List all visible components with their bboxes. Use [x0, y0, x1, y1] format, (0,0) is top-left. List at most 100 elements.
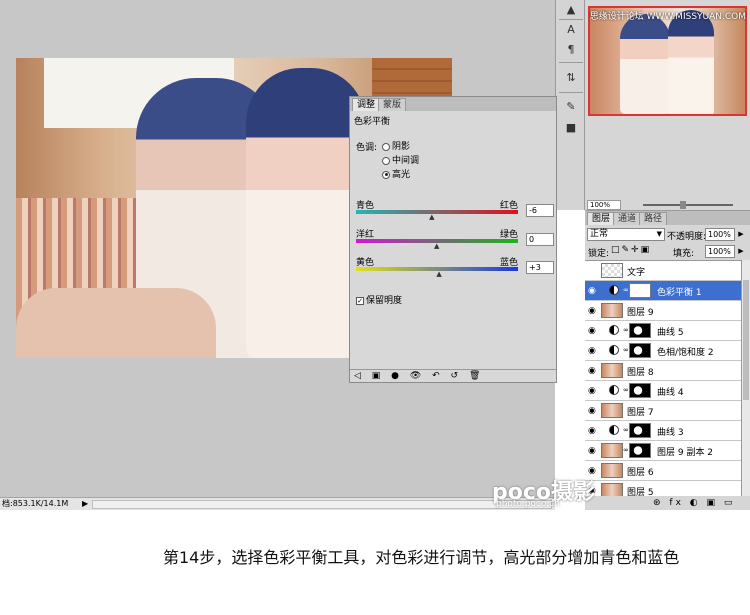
layer-row[interactable]: ◉ 图层 7 [585, 401, 741, 421]
status-arrow-icon[interactable]: ▶ [82, 498, 88, 510]
slider-value-field[interactable]: +3 [526, 261, 554, 274]
layer-thumb[interactable] [601, 483, 623, 496]
clone-source-icon[interactable]: ⇅ [562, 70, 580, 86]
eye-icon[interactable]: ◉ [588, 426, 598, 436]
lock-options-icon[interactable]: □✎✛▣ [611, 245, 651, 255]
brush-icon[interactable]: ✎ [562, 99, 580, 115]
history-icon[interactable]: ▲ [562, 2, 580, 18]
blend-mode-select[interactable]: 正常 ▼ [587, 228, 665, 241]
radio-label: 高光 [392, 170, 411, 180]
fill-field[interactable]: 100% [705, 245, 735, 258]
paragraph-icon[interactable]: ¶ [562, 42, 580, 58]
layer-thumb[interactable] [601, 363, 623, 378]
eye-icon[interactable]: ◉ [588, 446, 598, 456]
slider-cyan-red: 青色 红色 ▲ -6 [356, 198, 556, 224]
tab-channels[interactable]: 通道 [613, 212, 642, 225]
layers-tabs: 图层 通道 路径 [585, 211, 750, 225]
layer-row[interactable]: ◉ ∞ 曲线 3 [585, 421, 741, 441]
link-icon[interactable]: ∞ [623, 446, 629, 454]
layer-thumb[interactable] [601, 263, 623, 278]
zoom-field[interactable]: 100% [587, 200, 621, 210]
zoom-slider-knob[interactable] [680, 201, 686, 209]
layer-mask-thumb[interactable] [629, 383, 651, 398]
layer-name: 曲线 3 [657, 428, 684, 438]
slider-knob-icon[interactable]: ▲ [436, 271, 441, 278]
link-icon[interactable]: ∞ [623, 426, 629, 434]
link-icon[interactable]: ∞ [623, 386, 629, 394]
slider-track[interactable] [356, 210, 518, 214]
dock-divider [559, 19, 583, 20]
status-bar: 档:853.1K/14.1M ▶ [0, 497, 555, 510]
layer-thumb[interactable] [601, 443, 623, 458]
slider-value-field[interactable]: 0 [526, 233, 554, 246]
horizontal-scrollbar[interactable] [92, 500, 552, 509]
tab-layers[interactable]: 图层 [587, 212, 616, 225]
layer-mask-thumb[interactable] [629, 343, 651, 358]
photoshop-window: 档:853.1K/14.1M ▶ ▲ A ¶ ⇅ ✎ ■ 思缘设计论坛 WWW.… [0, 0, 750, 510]
adjust-footer-icons[interactable]: ◁ ▣ ● 👁 ↶ ↺ 🗑 [350, 369, 556, 383]
opacity-arrow-icon[interactable]: ▶ [736, 228, 746, 241]
doc-size-readout: 档:853.1K/14.1M [2, 499, 69, 508]
tab-adjustments[interactable]: 调整 [352, 98, 381, 111]
brush-presets-icon[interactable]: ■ [562, 120, 580, 136]
layer-name: 图层 9 [627, 308, 654, 318]
layer-mask-thumb[interactable] [629, 323, 651, 338]
fill-arrow-icon[interactable]: ▶ [736, 245, 746, 258]
right-panels: 思缘设计论坛 WWW.MISSYUAN.COM 100% 图层 通道 路径 正常… [585, 0, 750, 510]
scrollbar-thumb[interactable] [743, 280, 749, 400]
character-icon[interactable]: A [562, 22, 580, 38]
eye-icon[interactable]: ◉ [588, 406, 598, 416]
link-icon[interactable]: ∞ [623, 286, 629, 294]
layer-row[interactable]: ◉ ∞ 色相/饱和度 2 [585, 341, 741, 361]
eye-icon[interactable]: ◉ [588, 326, 598, 336]
radio-label: 中间调 [392, 156, 420, 166]
radio-dot-icon [382, 142, 390, 151]
layer-mask-thumb[interactable] [629, 443, 651, 458]
slider-value-field[interactable]: -6 [526, 204, 554, 217]
opacity-field[interactable]: 100% [705, 228, 735, 241]
layer-mask-thumb[interactable] [629, 283, 651, 298]
slider-knob-icon[interactable]: ▲ [434, 243, 439, 250]
layer-row[interactable]: ◉ ∞ 色彩平衡 1 [585, 281, 741, 301]
link-icon[interactable]: ∞ [623, 346, 629, 354]
layer-row[interactable]: ◉ ∞ 曲线 5 [585, 321, 741, 341]
layer-mask-thumb[interactable] [629, 423, 651, 438]
layer-row[interactable]: 文字 [585, 261, 741, 281]
link-icon[interactable]: ∞ [623, 326, 629, 334]
layer-row[interactable]: ◉ 图层 8 [585, 361, 741, 381]
layer-name: 色彩平衡 1 [657, 288, 702, 298]
lock-label: 锁定: [588, 249, 610, 259]
tutorial-caption: 第14步，选择色彩平衡工具，对色彩进行调节，高光部分增加青色和蓝色 [163, 548, 680, 567]
eye-icon[interactable]: ◉ [588, 346, 598, 356]
layer-row[interactable]: ◉ ∞ 曲线 4 [585, 381, 741, 401]
site-watermark: 思缘设计论坛 WWW.MISSYUAN.COM [589, 12, 746, 22]
photo-legs [16, 288, 216, 358]
eye-icon[interactable]: ◉ [588, 306, 598, 316]
layer-row[interactable]: ◉ 图层 5 [585, 481, 741, 496]
layer-row[interactable]: ◉ ∞ 图层 9 副本 2 [585, 441, 741, 461]
thumb-subject-left [620, 14, 670, 114]
zoom-slider-track[interactable] [643, 204, 733, 206]
radio-highlights[interactable]: 高光 [382, 167, 410, 180]
radio-shadows[interactable]: 阴影 [382, 139, 410, 152]
layer-list[interactable]: 文字 ◉ ∞ 色彩平衡 1 ◉ 图层 9 ◉ ∞ 曲线 5 ◉ ∞ 色相/饱和度 2 ◉ 图层 8 ◉ ∞ 曲线… [585, 260, 741, 496]
layer-footer-icons[interactable]: ⊛ fx ◐ ▣ ▭ ▤ 🗑 [585, 496, 750, 510]
layer-row[interactable]: ◉ 图层 6 [585, 461, 741, 481]
preserve-luminosity-checkbox[interactable]: ✓ 保留明度 [356, 293, 402, 306]
eye-icon[interactable]: ◉ [588, 386, 598, 396]
layer-row[interactable]: ◉ 图层 9 [585, 301, 741, 321]
eye-icon[interactable]: ◉ [588, 286, 598, 296]
layers-scrollbar[interactable] [741, 260, 750, 496]
radio-midtones[interactable]: 中间调 [382, 153, 419, 166]
opacity-label: 不透明度: [667, 232, 707, 242]
layer-thumb[interactable] [601, 463, 623, 478]
blend-row: 正常 ▼ 不透明度: 100% ▶ [585, 226, 750, 243]
navigator-thumbnail[interactable] [588, 6, 747, 116]
slider-knob-icon[interactable]: ▲ [429, 214, 434, 221]
eye-icon[interactable]: ◉ [588, 366, 598, 376]
layer-thumb[interactable] [601, 303, 623, 318]
tab-paths[interactable]: 路径 [639, 212, 668, 225]
layer-name: 图层 9 副本 2 [657, 448, 714, 458]
tab-masks[interactable]: 蒙版 [378, 98, 407, 111]
layer-thumb[interactable] [601, 403, 623, 418]
